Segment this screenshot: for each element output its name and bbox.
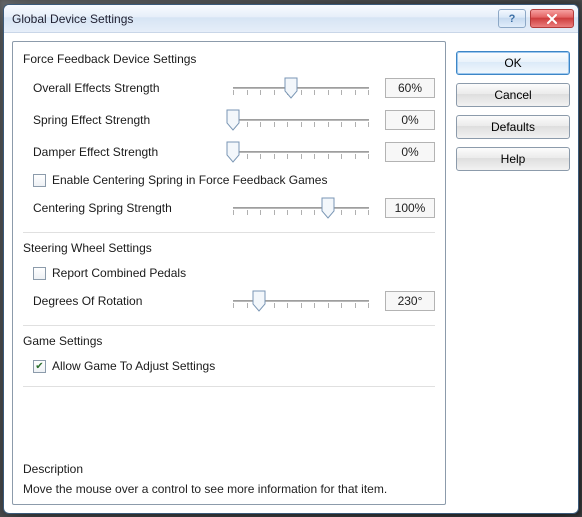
divider	[23, 325, 435, 326]
allow-adjust-row: ✔ Allow Game To Adjust Settings	[23, 354, 435, 378]
steering-section-title: Steering Wheel Settings	[23, 241, 435, 255]
enable-centering-label: Enable Centering Spring in Force Feedbac…	[52, 173, 327, 187]
rotation-slider[interactable]	[233, 289, 377, 313]
overall-strength-slider[interactable]	[233, 76, 377, 100]
enable-centering-checkbox[interactable]	[33, 174, 46, 187]
damper-strength-label: Damper Effect Strength	[33, 145, 233, 159]
spring-strength-label: Spring Effect Strength	[33, 113, 233, 127]
close-icon	[546, 14, 558, 24]
cancel-button[interactable]: Cancel	[456, 83, 570, 107]
centering-strength-value[interactable]	[385, 198, 435, 218]
centering-strength-label: Centering Spring Strength	[33, 201, 233, 215]
centering-strength-slider[interactable]	[233, 196, 377, 220]
rotation-row: Degrees Of Rotation	[23, 285, 435, 317]
combined-pedals-label: Report Combined Pedals	[52, 266, 186, 280]
combined-pedals-row: Report Combined Pedals	[23, 261, 435, 285]
divider	[23, 232, 435, 233]
damper-strength-slider[interactable]	[233, 140, 377, 164]
damper-strength-row: Damper Effect Strength	[23, 136, 435, 168]
damper-strength-value[interactable]	[385, 142, 435, 162]
defaults-button[interactable]: Defaults	[456, 115, 570, 139]
titlebar-help-button[interactable]: ?	[498, 9, 526, 28]
overall-strength-value[interactable]	[385, 78, 435, 98]
button-column: OK Cancel Defaults Help	[456, 41, 570, 505]
centering-strength-row: Centering Spring Strength	[23, 192, 435, 224]
description-title: Description	[23, 462, 435, 476]
description-section: Description Move the mouse over a contro…	[23, 460, 435, 496]
help-button[interactable]: Help	[456, 147, 570, 171]
rotation-value[interactable]	[385, 291, 435, 311]
game-section-title: Game Settings	[23, 334, 435, 348]
overall-strength-label: Overall Effects Strength	[33, 81, 233, 95]
ok-button[interactable]: OK	[456, 51, 570, 75]
spring-strength-row: Spring Effect Strength	[23, 104, 435, 136]
rotation-label: Degrees Of Rotation	[33, 294, 233, 308]
titlebar[interactable]: Global Device Settings ?	[4, 5, 578, 33]
allow-adjust-checkbox[interactable]: ✔	[33, 360, 46, 373]
window-title: Global Device Settings	[12, 12, 494, 26]
dialog-window: Global Device Settings ? Force Feedback …	[3, 4, 579, 514]
combined-pedals-checkbox[interactable]	[33, 267, 46, 280]
spring-strength-slider[interactable]	[233, 108, 377, 132]
spring-strength-value[interactable]	[385, 110, 435, 130]
description-text: Move the mouse over a control to see mor…	[23, 482, 435, 496]
titlebar-close-button[interactable]	[530, 9, 574, 28]
enable-centering-row: Enable Centering Spring in Force Feedbac…	[23, 168, 435, 192]
divider	[23, 386, 435, 387]
main-panel: Force Feedback Device Settings Overall E…	[12, 41, 446, 505]
allow-adjust-label: Allow Game To Adjust Settings	[52, 359, 215, 373]
ffb-section-title: Force Feedback Device Settings	[23, 52, 435, 66]
overall-strength-row: Overall Effects Strength	[23, 72, 435, 104]
